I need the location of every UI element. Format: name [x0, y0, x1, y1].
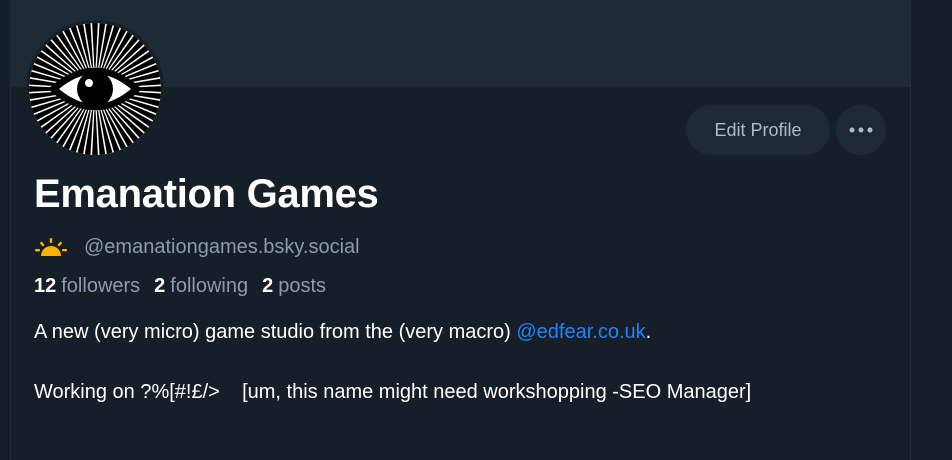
- following-stat[interactable]: 2 following: [154, 275, 248, 298]
- bio-line-2: Working on ?%[#!£/> [um, this name might…: [34, 381, 752, 403]
- more-horizontal-icon: [849, 127, 873, 133]
- avatar[interactable]: [26, 20, 164, 158]
- bio-mention-link[interactable]: @edfear.co.uk: [516, 321, 645, 343]
- profile-page: Edit Profile Emanation Games @emanationg…: [0, 0, 952, 460]
- followers-stat[interactable]: 12 followers: [34, 275, 140, 298]
- display-name: Emanation Games: [34, 172, 379, 216]
- followers-label: followers: [61, 275, 141, 297]
- posts-stat: 2 posts: [262, 275, 326, 298]
- posts-count: 2: [262, 275, 274, 297]
- handle-row: @emanationgames.bsky.social: [34, 234, 360, 260]
- bio-text-suffix: .: [645, 321, 652, 343]
- bio-line-1: A new (very micro) game studio from the …: [34, 318, 894, 346]
- more-options-button[interactable]: [836, 105, 886, 155]
- edit-profile-button[interactable]: Edit Profile: [686, 105, 830, 155]
- posts-label: posts: [278, 275, 327, 297]
- sunrise-icon: [35, 238, 67, 256]
- radiating-eye-icon: [29, 23, 161, 155]
- followers-count: 12: [34, 275, 57, 297]
- right-border: [910, 0, 911, 460]
- profile-bio: A new (very micro) game studio from the …: [34, 318, 894, 406]
- handle[interactable]: @emanationgames.bsky.social: [84, 236, 360, 259]
- bio-text: A new (very micro) game studio from the …: [34, 321, 517, 343]
- following-count: 2: [154, 275, 166, 297]
- following-label: following: [170, 275, 249, 297]
- profile-stats: 12 followers 2 following 2 posts: [34, 275, 340, 298]
